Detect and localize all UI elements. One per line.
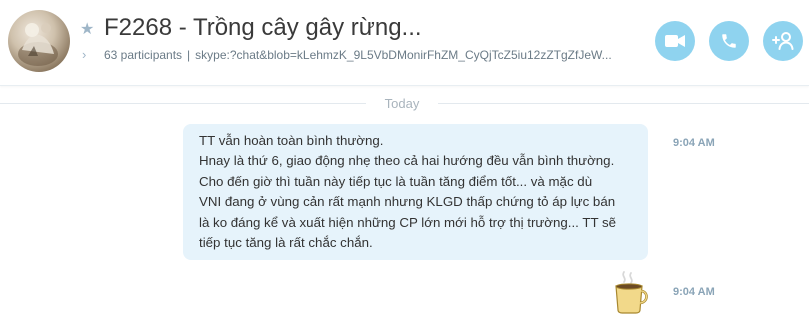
participants-count[interactable]: 63 participants — [104, 48, 182, 62]
day-divider-line-left — [0, 103, 366, 104]
join-link[interactable]: skype:?chat&blob=kLehmzK_9L5VbDMonirFhZM… — [195, 48, 612, 62]
message-line: là ko đáng kể và xuất hiện những CP lớn … — [199, 214, 617, 230]
phone-icon — [722, 34, 736, 48]
message-timestamp: 9:04 AM — [673, 137, 715, 149]
chevron-right-icon[interactable]: › — [82, 48, 94, 61]
add-person-icon — [772, 32, 794, 50]
message-timestamp: 9:04 AM — [673, 286, 715, 298]
conversation-subtitle: 63 participants | skype:?chat&blob=kLehmzK… — [104, 48, 624, 62]
favorite-star-icon[interactable]: ★ — [80, 22, 96, 38]
message-line: Cho đến giờ thì tuần này tiếp tục là tuầ… — [199, 173, 593, 189]
group-avatar[interactable] — [8, 10, 70, 72]
message-line: Hnay là thứ 6, giao động nhẹ theo cả hai… — [199, 153, 615, 169]
conversation-title[interactable]: F2268 - Trồng cây gây rừng... — [104, 14, 422, 42]
day-divider-label: Today — [384, 96, 420, 111]
day-divider-line-right — [438, 103, 809, 104]
message-line: tiếp tục tăng là rất chắc chắn. — [199, 235, 373, 251]
message-line: VNI đang ở vùng cản rất mạnh nhưng KLGD … — [199, 194, 616, 210]
subtitle-separator: | — [187, 48, 191, 62]
video-camera-icon — [665, 35, 685, 47]
audio-call-button[interactable] — [709, 21, 749, 61]
message-bubble[interactable]: TT vẫn hoàn toàn bình thường. Hnay là th… — [183, 124, 648, 260]
coffee-cup-icon[interactable] — [612, 270, 650, 314]
video-call-button[interactable] — [655, 21, 695, 61]
chat-header: ★ F2268 - Trồng cây gây rừng... › 63 par… — [0, 0, 809, 86]
add-participant-button[interactable] — [763, 21, 803, 61]
message-line: TT vẫn hoàn toàn bình thường. — [199, 133, 384, 148]
